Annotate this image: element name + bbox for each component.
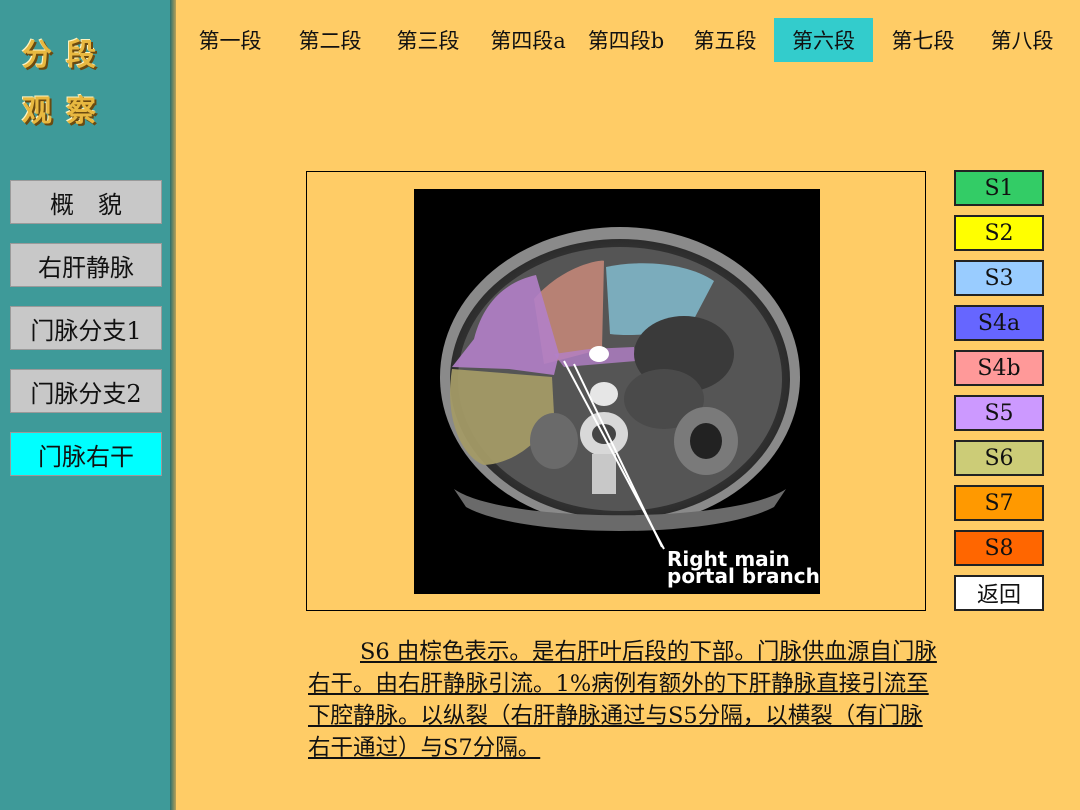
segment-button-s5[interactable]: S5 bbox=[954, 395, 1044, 431]
logo-line-2: 观察 bbox=[22, 94, 110, 129]
sidebar-item-overview[interactable]: 概 貌 bbox=[10, 180, 162, 224]
segment-button-s1[interactable]: S1 bbox=[954, 170, 1044, 206]
segment-button-s4b[interactable]: S4b bbox=[954, 350, 1044, 386]
tab-segment-2[interactable]: 第二段 bbox=[285, 18, 375, 62]
tab-segment-1[interactable]: 第一段 bbox=[185, 18, 275, 62]
logo-line-1: 分段 bbox=[22, 38, 110, 73]
tab-segment-6[interactable]: 第六段 bbox=[774, 18, 873, 62]
back-button[interactable]: 返回 bbox=[954, 575, 1044, 611]
sidebar-item-portal-branch-2[interactable]: 门脉分支2 bbox=[10, 369, 162, 413]
tab-segment-5[interactable]: 第五段 bbox=[680, 18, 770, 62]
segment-description: S6 由棕色表示。是右肝叶后段的下部。门脉供血源自门脉右干。由右肝静脉引流。1%… bbox=[308, 639, 937, 761]
tab-segment-8[interactable]: 第八段 bbox=[977, 18, 1067, 62]
sidebar-item-right-portal-trunk[interactable]: 门脉右干 bbox=[10, 432, 162, 476]
tab-segment-4a[interactable]: 第四段a bbox=[480, 18, 576, 62]
ct-annotation-line-2: portal branch bbox=[667, 564, 820, 588]
segment-button-s4a[interactable]: S4a bbox=[954, 305, 1044, 341]
sidebar-edge bbox=[170, 0, 176, 810]
ct-scan-image: Right main portal branch bbox=[414, 189, 820, 594]
segment-button-s8[interactable]: S8 bbox=[954, 530, 1044, 566]
segment-button-s3[interactable]: S3 bbox=[954, 260, 1044, 296]
sidebar-item-portal-branch-1[interactable]: 门脉分支1 bbox=[10, 306, 162, 350]
segment-button-s2[interactable]: S2 bbox=[954, 215, 1044, 251]
segment-button-s6[interactable]: S6 bbox=[954, 440, 1044, 476]
tab-segment-4b[interactable]: 第四段b bbox=[578, 18, 674, 62]
tab-segment-7[interactable]: 第七段 bbox=[878, 18, 968, 62]
segment-button-s7[interactable]: S7 bbox=[954, 485, 1044, 521]
tab-segment-3[interactable]: 第三段 bbox=[383, 18, 473, 62]
sidebar-item-right-hepatic-vein[interactable]: 右肝静脉 bbox=[10, 243, 162, 287]
